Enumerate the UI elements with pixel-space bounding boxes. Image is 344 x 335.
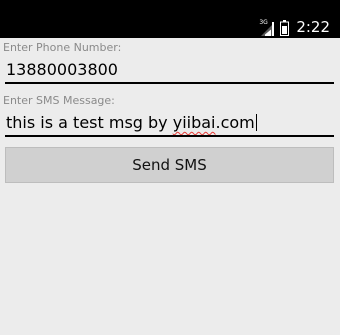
status-clock: 2:22 [296, 18, 330, 36]
battery-icon [280, 19, 290, 36]
status-icons: 3G 2:22 [259, 19, 330, 36]
app-screen: 3G 2:22 Enter Phone Number: 13880003800 … [0, 0, 344, 335]
sms-text-end: .com [215, 113, 255, 132]
misspelled-word: yiibai [172, 113, 216, 132]
sms-message-value: this is a test msg by yiibai.com [6, 113, 257, 132]
signal-3g-icon: 3G [259, 19, 275, 36]
sms-field-underline [5, 135, 334, 137]
text-cursor [255, 114, 257, 131]
phone-field-underline [5, 82, 334, 84]
phone-number-value: 13880003800 [6, 60, 118, 79]
sms-text-start: this is a test msg by [6, 113, 173, 132]
sms-message-field[interactable]: this is a test msg by yiibai.com [5, 111, 334, 137]
phone-number-field[interactable]: 13880003800 [5, 58, 334, 84]
send-sms-button[interactable]: Send SMS [5, 147, 334, 183]
signal-bars-icon [261, 21, 275, 36]
status-bar: 3G 2:22 [0, 0, 340, 38]
phone-number-label: Enter Phone Number: [3, 41, 122, 54]
sms-message-label: Enter SMS Message: [3, 94, 115, 107]
